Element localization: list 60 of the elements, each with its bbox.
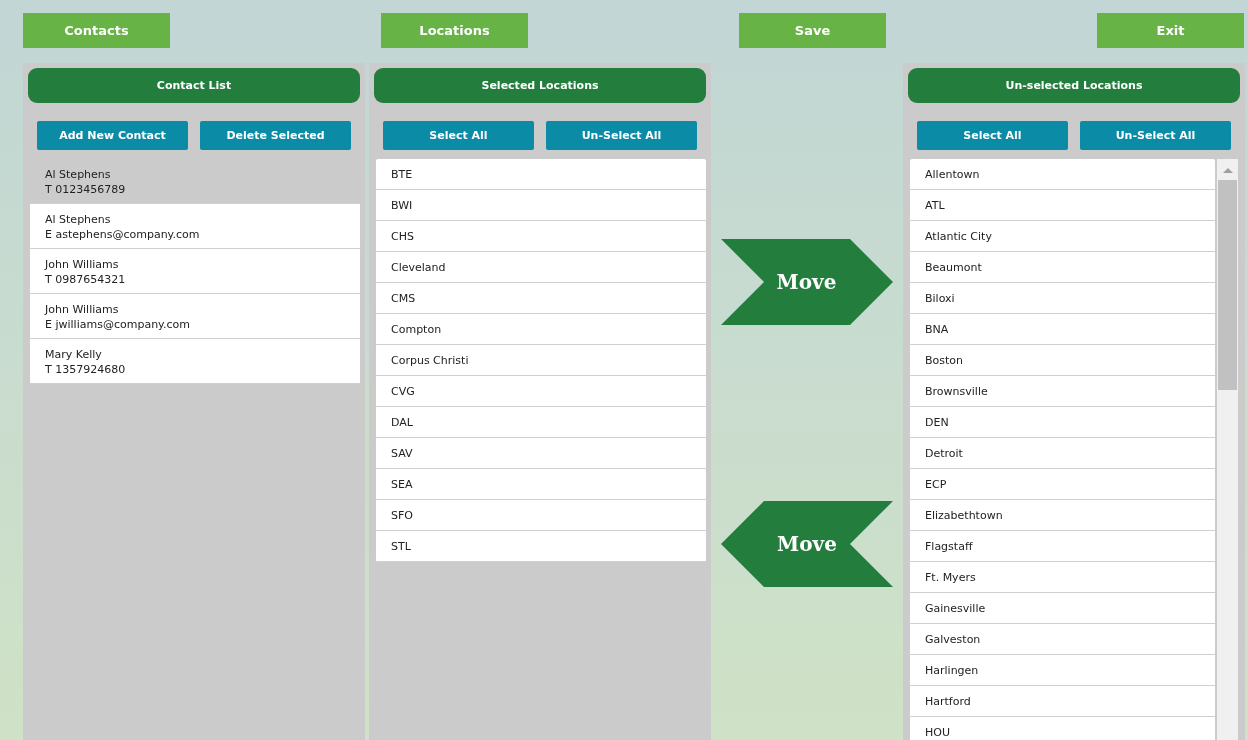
location-item[interactable]: BNA [910, 314, 1215, 345]
location-item[interactable]: Cleveland [376, 252, 706, 283]
location-item[interactable]: STL [376, 531, 706, 562]
contact-name: John Williams [45, 302, 120, 317]
scrollbar[interactable] [1217, 159, 1238, 740]
move-right-button[interactable]: Move [721, 239, 893, 325]
location-item[interactable]: Compton [376, 314, 706, 345]
location-item[interactable]: CVG [376, 376, 706, 407]
location-item[interactable]: Corpus Christi [376, 345, 706, 376]
location-item[interactable]: Boston [910, 345, 1215, 376]
toolbar-button[interactable]: Un-Select All [1080, 121, 1231, 150]
panel-header: Contact List [28, 68, 360, 103]
location-item[interactable]: HOU [910, 717, 1215, 740]
contact-name: Al Stephens [45, 167, 112, 182]
toolbar-button[interactable]: Un-Select All [546, 121, 697, 150]
panel-header: Un-selected Locations [908, 68, 1240, 103]
location-item[interactable]: BWI [376, 190, 706, 221]
contact-detail: T 1357924680 [45, 362, 127, 377]
toolbar-button[interactable]: Select All [917, 121, 1068, 150]
location-item[interactable]: DAL [376, 407, 706, 438]
contact-detail: T 0123456789 [45, 182, 127, 197]
location-item[interactable]: SEA [376, 469, 706, 500]
scroll-up-icon[interactable] [1221, 165, 1234, 175]
toolbar-button[interactable]: Select All [383, 121, 534, 150]
contact-detail: T 0987654321 [45, 272, 127, 287]
location-item[interactable]: Beaumont [910, 252, 1215, 283]
location-item[interactable]: Harlingen [910, 655, 1215, 686]
location-item[interactable]: CMS [376, 283, 706, 314]
location-item[interactable]: Flagstaff [910, 531, 1215, 562]
contact-name: Al Stephens [45, 212, 112, 227]
location-item[interactable]: Biloxi [910, 283, 1215, 314]
location-item[interactable]: Detroit [910, 438, 1215, 469]
panel-header: Selected Locations [374, 68, 706, 103]
location-item[interactable]: ECP [910, 469, 1215, 500]
location-item[interactable]: SFO [376, 500, 706, 531]
contact-item[interactable]: Al Stephens E astephens@company.com [30, 204, 360, 249]
location-item[interactable]: BTE [376, 159, 706, 190]
contact-item[interactable]: Mary Kelly T 1357924680 [30, 339, 360, 384]
location-item[interactable]: Allentown [910, 159, 1215, 190]
location-item[interactable]: CHS [376, 221, 706, 252]
location-item[interactable]: Brownsville [910, 376, 1215, 407]
location-item[interactable]: DEN [910, 407, 1215, 438]
location-item[interactable]: Elizabethtown [910, 500, 1215, 531]
toolbar-button[interactable]: Add New Contact [37, 121, 188, 150]
location-item[interactable]: Galveston [910, 624, 1215, 655]
location-item[interactable]: Ft. Myers [910, 562, 1215, 593]
move-left-button[interactable]: Move [721, 501, 893, 587]
contact-name: John Williams [45, 257, 120, 272]
contact-name: Mary Kelly [45, 347, 103, 362]
location-item[interactable]: ATL [910, 190, 1215, 221]
location-item[interactable]: SAV [376, 438, 706, 469]
contact-item[interactable]: John Williams T 0987654321 [30, 249, 360, 294]
toolbar-button[interactable]: Delete Selected [200, 121, 351, 150]
contact-detail: E astephens@company.com [45, 227, 201, 242]
location-item[interactable]: Atlantic City [910, 221, 1215, 252]
contact-item[interactable]: John Williams E jwilliams@company.com [30, 294, 360, 339]
contact-item[interactable]: Al Stephens T 0123456789 [30, 159, 360, 204]
contact-detail: E jwilliams@company.com [45, 317, 192, 332]
location-item[interactable]: Hartford [910, 686, 1215, 717]
location-item[interactable]: Gainesville [910, 593, 1215, 624]
